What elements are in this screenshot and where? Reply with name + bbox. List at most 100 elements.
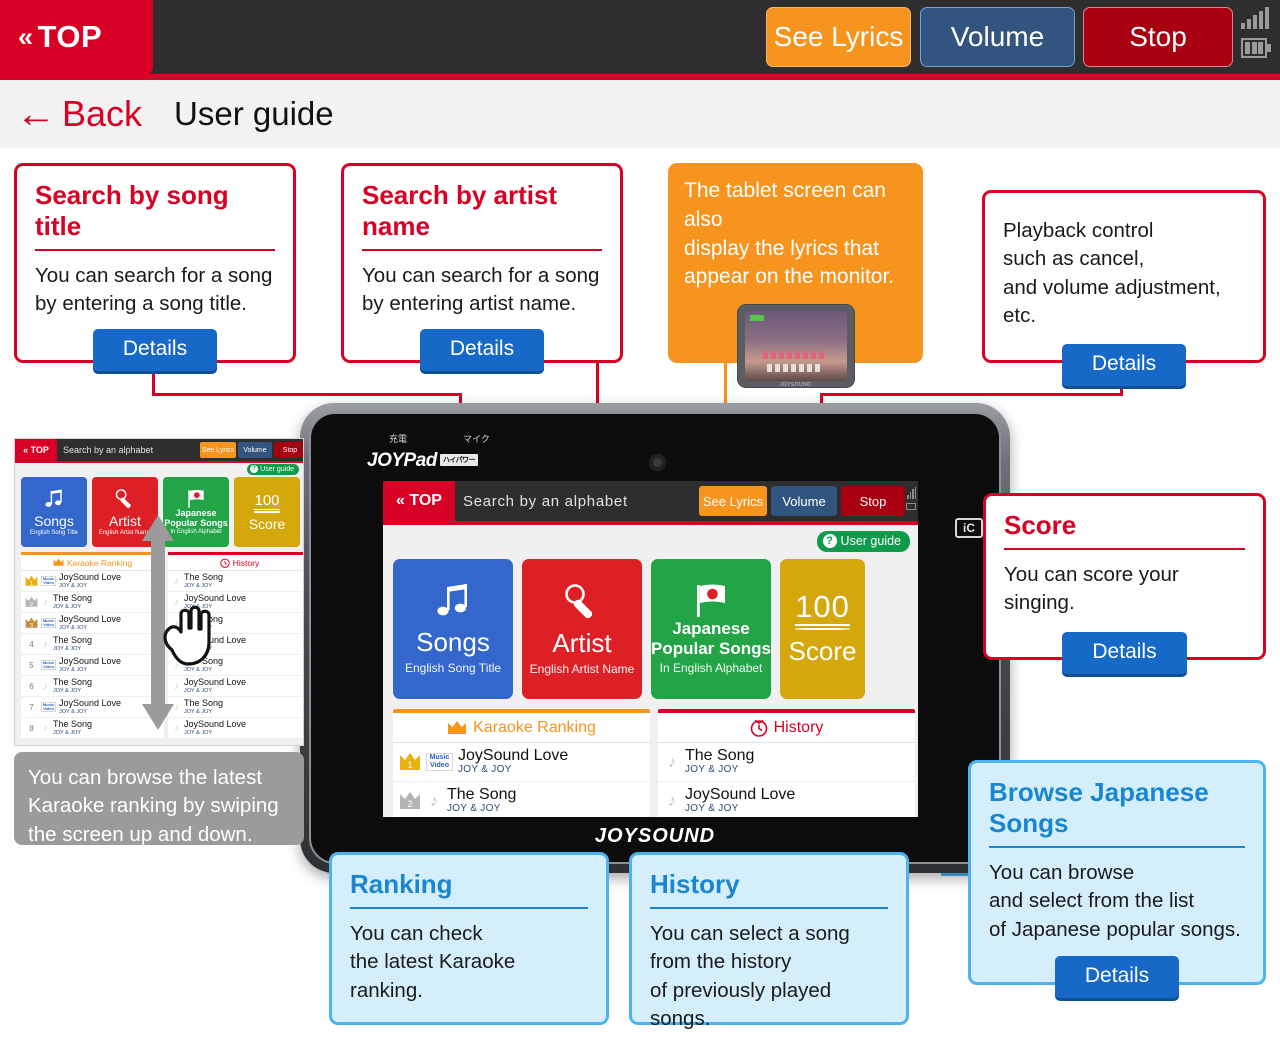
divider bbox=[650, 907, 888, 909]
song-artist: JOY & JOY bbox=[53, 645, 82, 652]
user-guide-label: User guide bbox=[840, 534, 901, 548]
connector-song-title bbox=[152, 393, 462, 396]
clock-icon bbox=[750, 719, 767, 737]
table-row[interactable]: ♪ JoySound Love JOY & JOY bbox=[658, 782, 915, 817]
callout-playback-control: Playback control such as cancel, and vol… bbox=[982, 190, 1266, 387]
history-panel: History ♪ The Song JOY & JOY ♪ JoySound … bbox=[658, 709, 915, 817]
tile-songs-sub: English Song Title bbox=[404, 661, 502, 675]
volume-button[interactable]: Volume bbox=[920, 7, 1075, 67]
mini-tile-songs-label: Songs bbox=[34, 512, 74, 529]
table-row[interactable]: 1 Music Video JoySound Love JOY & JOY bbox=[393, 743, 650, 782]
music-video-badge: Music Video bbox=[41, 701, 56, 712]
mini-search-label[interactable]: Search by an alphabet bbox=[63, 439, 153, 461]
rank-number: 4 bbox=[29, 639, 34, 649]
tablet-device: 充電 マイク JOYPad ハイパワー iC JOYSOUND « TOP Sea… bbox=[300, 403, 1010, 873]
callout-title: Score bbox=[1004, 510, 1077, 540]
details-button[interactable]: Details bbox=[92, 328, 218, 371]
bottom-panels: Karaoke Ranking 1 Music Video JoySound Lo… bbox=[393, 709, 915, 817]
stop-button[interactable]: Stop bbox=[1083, 7, 1233, 67]
signal-bars-icon bbox=[1241, 7, 1271, 29]
table-row[interactable]: 2 ♪ The Song JOY & JOY bbox=[393, 782, 650, 817]
song-title: The Song bbox=[447, 786, 517, 804]
callout-body: You can search for a song by entering ar… bbox=[362, 264, 600, 316]
mini-tile-score[interactable]: 100 Score bbox=[234, 477, 300, 547]
callout-body: You can select a song from the history o… bbox=[650, 922, 850, 1030]
screen-header-rule bbox=[383, 521, 918, 525]
mini-see-lyrics-button[interactable]: See Lyrics bbox=[200, 442, 236, 458]
back-button[interactable]: ← Back bbox=[16, 93, 142, 135]
mini-user-guide-badge[interactable]: ? User guide bbox=[247, 464, 299, 475]
tile-japanese-popular-songs[interactable]: Japanese Popular Songs In English Alphabe… bbox=[651, 559, 771, 699]
crown-rank-2-icon: 2 bbox=[400, 792, 420, 809]
song-title: The Song bbox=[685, 747, 755, 765]
joypad-badge: ハイパワー bbox=[439, 454, 479, 466]
microphone-icon bbox=[565, 584, 593, 619]
karaoke-ranking-panel: Karaoke Ranking 1 Music Video JoySound Lo… bbox=[393, 709, 650, 817]
connector-browse-japanese bbox=[941, 873, 971, 876]
top-button[interactable]: « TOP bbox=[0, 0, 153, 74]
callout-body: You can check the latest Karaoke ranking… bbox=[350, 922, 516, 1002]
song-title: JoySound Love bbox=[184, 677, 247, 688]
music-note-icon: ♪ bbox=[43, 639, 48, 649]
music-note-icon: ♪ bbox=[43, 597, 48, 607]
details-button[interactable]: Details bbox=[1061, 344, 1187, 387]
camera-icon bbox=[649, 454, 666, 471]
led-indicator-icon bbox=[749, 315, 764, 322]
table-row[interactable]: ♪ The Song JOY & JOY bbox=[658, 743, 915, 782]
details-button[interactable]: Details bbox=[1062, 631, 1187, 674]
tile-artist[interactable]: Artist English Artist Name bbox=[522, 559, 642, 699]
screen-stop-button[interactable]: Stop bbox=[841, 486, 905, 516]
music-video-badge: Music Video bbox=[41, 659, 56, 670]
song-title: JoySound Love bbox=[458, 747, 569, 765]
joysound-brand: JOYSOUND bbox=[594, 825, 716, 847]
music-note-icon: ♪ bbox=[43, 723, 48, 733]
song-title: JoySound Love bbox=[685, 786, 796, 804]
screen-search-label[interactable]: Search by an alphabet bbox=[463, 481, 628, 521]
tile-songs[interactable]: Songs English Song Title bbox=[393, 559, 513, 699]
song-title: The Song bbox=[184, 698, 224, 709]
song-artist: JOY & JOY bbox=[59, 582, 88, 589]
song-title: The Song bbox=[53, 593, 93, 604]
song-artist: JOY & JOY bbox=[59, 708, 88, 715]
song-title: The Song bbox=[184, 572, 224, 583]
song-title: JoySound Love bbox=[59, 698, 122, 709]
user-guide-badge[interactable]: ? User guide bbox=[816, 531, 910, 552]
see-lyrics-button[interactable]: See Lyrics bbox=[766, 7, 911, 67]
history-panel-header: History bbox=[658, 713, 915, 743]
lyrics-line bbox=[766, 364, 823, 373]
mini-tile-songs[interactable]: Songs English Song Title bbox=[21, 477, 87, 547]
callout-score: Score You can score your singing. Detail… bbox=[983, 493, 1266, 674]
back-label: Back bbox=[62, 93, 143, 134]
list-item[interactable]: ♪The SongJOY & JOY bbox=[168, 571, 303, 592]
screen-volume-button[interactable]: Volume bbox=[771, 486, 837, 516]
callout-search-artist-name: Search by artist name You can search for… bbox=[341, 163, 623, 371]
song-title: JoySound Love bbox=[59, 572, 122, 583]
music-note-icon: ♪ bbox=[43, 681, 48, 691]
double-chevron-left-icon: « bbox=[18, 21, 34, 52]
mini-top-button[interactable]: « TOP bbox=[15, 439, 57, 461]
screen-battery-icon bbox=[906, 503, 916, 510]
tile-songs-label: Songs bbox=[416, 627, 490, 657]
list-item[interactable]: ♪The SongJOY & JOY bbox=[168, 697, 303, 718]
mini-user-guide-label: User guide bbox=[260, 465, 294, 473]
tile-japanese-label: Japanese Popular Songs bbox=[651, 619, 771, 658]
mini-volume-button[interactable]: Volume bbox=[238, 442, 272, 458]
screen-see-lyrics-button[interactable]: See Lyrics bbox=[699, 486, 767, 516]
crown-icon bbox=[448, 720, 467, 734]
details-button[interactable]: Details bbox=[419, 328, 545, 371]
tile-score[interactable]: 100 Score bbox=[780, 559, 865, 699]
screen-top-button[interactable]: « TOP bbox=[383, 481, 455, 521]
mini-stop-button[interactable]: Stop bbox=[274, 442, 303, 458]
list-item[interactable]: ♪JoySound LoveJOY & JOY bbox=[168, 676, 303, 697]
details-button[interactable]: Details bbox=[1054, 955, 1180, 998]
question-mark-icon: ? bbox=[822, 534, 837, 548]
divider bbox=[989, 846, 1245, 848]
list-item[interactable]: ♪JoySound LoveJOY & JOY bbox=[168, 718, 303, 739]
mini-tile-score-label: Score bbox=[248, 515, 286, 532]
rank-number: 6 bbox=[29, 681, 34, 691]
divider bbox=[350, 907, 588, 909]
divider bbox=[362, 249, 602, 251]
tablet-illustration-screen bbox=[744, 311, 847, 382]
music-note-icon bbox=[437, 584, 467, 616]
song-title: JoySound Love bbox=[59, 614, 122, 625]
